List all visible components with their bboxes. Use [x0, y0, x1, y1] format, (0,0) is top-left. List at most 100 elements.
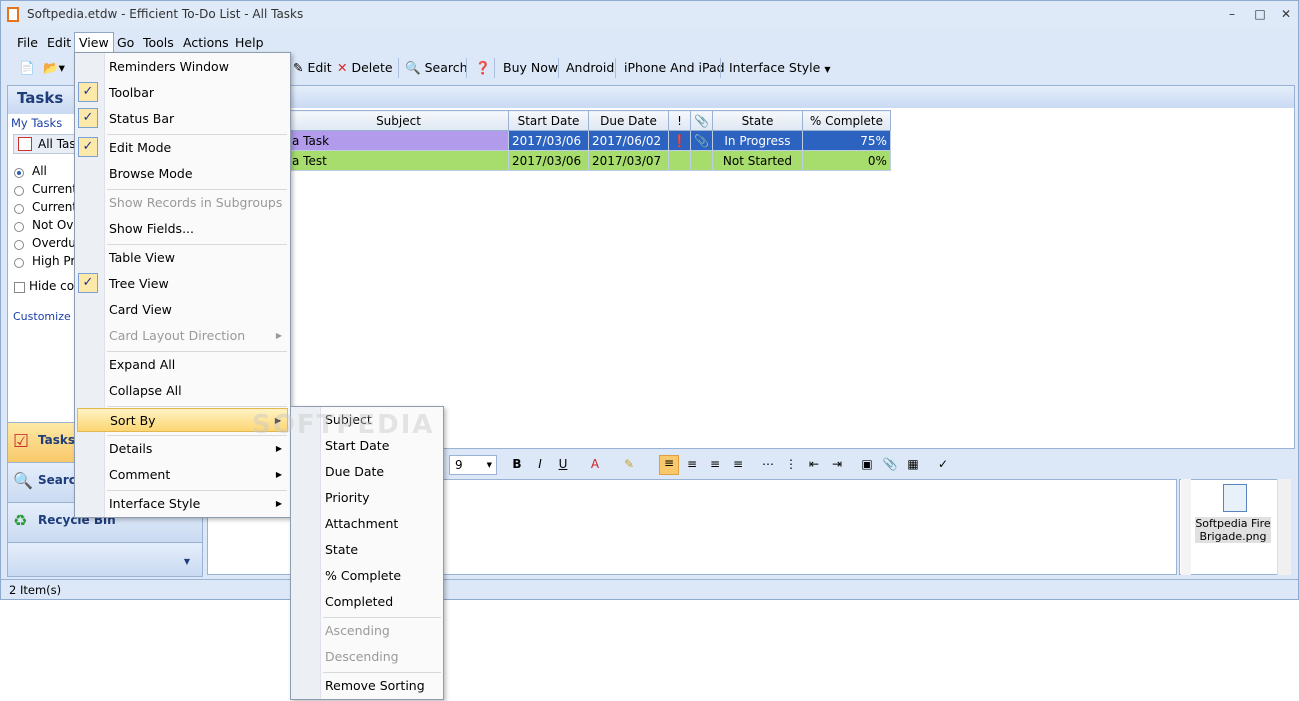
menu-item-comment[interactable]: Comment ▶ — [77, 463, 288, 487]
numbered-list-icon[interactable]: ⋮ — [783, 457, 799, 471]
menu-item-show-fields[interactable]: Show Fields... — [77, 217, 194, 241]
indent-icon[interactable]: ⇥ — [829, 457, 845, 471]
justify-icon[interactable]: ≡ — [730, 457, 746, 471]
sort-item-attachment[interactable]: Attachment — [293, 512, 398, 536]
menu-actions[interactable]: Actions — [179, 33, 233, 53]
font-size-select[interactable]: 9 ▼ — [449, 455, 497, 475]
align-left-icon[interactable]: ≡ — [659, 455, 679, 475]
attach-file-icon[interactable]: 📎 — [882, 457, 898, 471]
filter-overdue-radio[interactable] — [14, 240, 24, 250]
sort-item-remove-sorting[interactable]: Remove Sorting — [293, 674, 425, 698]
table-row[interactable]: a Task 2017/03/06 2017/06/02 ❗ 📎 In Prog… — [288, 130, 891, 151]
menu-item-reminders-window[interactable]: Reminders Window — [77, 55, 229, 79]
filter-not-overdue-radio[interactable] — [14, 222, 24, 232]
menu-file[interactable]: File — [13, 33, 42, 53]
outdent-icon[interactable]: ⇤ — [806, 457, 822, 471]
column-percent-complete[interactable]: % Complete — [801, 110, 891, 131]
cell-start-date[interactable]: 2017/03/06 — [508, 150, 589, 171]
dropdown-arrow-icon: ▼ — [486, 461, 492, 469]
menu-item-collapse-all[interactable]: Collapse All — [77, 379, 182, 403]
spell-check-icon[interactable]: ✓ — [935, 457, 951, 471]
close-button[interactable]: ✕ — [1273, 5, 1299, 23]
menu-item-card-view[interactable]: Card View — [77, 298, 172, 322]
font-color-icon[interactable]: A — [587, 457, 603, 471]
edit-button[interactable]: ✎ Edit — [289, 58, 336, 78]
align-center-icon[interactable]: ≡ — [684, 457, 700, 471]
cell-state[interactable]: Not Started — [711, 150, 803, 171]
attachment-scroll-left[interactable] — [1181, 479, 1191, 575]
insert-object-icon[interactable]: ▦ — [905, 457, 921, 471]
my-tasks-label: My Tasks — [11, 116, 63, 130]
new-file-icon[interactable]: 📄 — [15, 58, 39, 78]
hide-completed-checkbox[interactable] — [14, 282, 25, 293]
cell-percent-complete[interactable]: 75% — [801, 130, 891, 151]
bullet-list-icon[interactable]: ⋯ — [760, 457, 776, 471]
highlight-icon[interactable]: ✎ — [621, 457, 637, 471]
cell-due-date[interactable]: 2017/03/07 — [588, 150, 669, 171]
cell-priority[interactable] — [668, 150, 691, 171]
toolbar-separator — [615, 58, 616, 78]
nav-more-chevron-icon[interactable]: ▼ — [8, 542, 202, 576]
iphone-button[interactable]: iPhone And iPad — [620, 58, 729, 78]
android-button[interactable]: Android — [562, 58, 618, 78]
menu-item-browse-mode[interactable]: Browse Mode — [77, 162, 193, 186]
cell-attachment[interactable] — [690, 150, 713, 171]
filter-current2-radio[interactable] — [14, 204, 24, 214]
column-due-date[interactable]: Due Date — [588, 110, 669, 131]
cell-start-date[interactable]: 2017/03/06 — [508, 130, 589, 151]
filter-all-radio[interactable] — [14, 168, 24, 178]
menu-item-table-view[interactable]: Table View — [77, 246, 175, 270]
sort-item-percent-complete[interactable]: % Complete — [293, 564, 401, 588]
filter-high-priority-radio[interactable] — [14, 258, 24, 268]
cell-percent-complete[interactable]: 0% — [801, 150, 891, 171]
menu-item-edit-mode[interactable]: Edit Mode — [77, 136, 171, 160]
buy-now-button[interactable]: Buy Now — [499, 58, 562, 78]
menu-help[interactable]: Help — [231, 33, 268, 53]
interface-style-button[interactable]: Interface Style ▼ — [725, 58, 834, 78]
menu-go[interactable]: Go — [113, 33, 138, 53]
dropdown-arrow-icon: ▼ — [824, 65, 831, 74]
sort-item-state[interactable]: State — [293, 538, 358, 562]
menu-item-expand-all[interactable]: Expand All — [77, 353, 175, 377]
column-state[interactable]: State — [711, 110, 803, 131]
delete-button[interactable]: ✕ Delete — [333, 58, 397, 78]
menu-item-status-bar[interactable]: Status Bar — [77, 107, 174, 131]
sort-item-priority[interactable]: Priority — [293, 486, 370, 510]
column-priority[interactable]: ! — [668, 110, 691, 131]
insert-image-icon[interactable]: ▣ — [859, 457, 875, 471]
cell-state[interactable]: In Progress — [711, 130, 803, 151]
customize-link[interactable]: Customize C — [13, 310, 82, 323]
menu-edit[interactable]: Edit — [43, 33, 75, 53]
menu-item-tree-view[interactable]: Tree View — [77, 272, 169, 296]
search-button[interactable]: 🔍 Search — [401, 58, 472, 78]
menu-item-details[interactable]: Details ▶ — [77, 437, 288, 461]
cell-due-date[interactable]: 2017/06/02 — [588, 130, 669, 151]
cell-attachment[interactable]: 📎 — [690, 130, 713, 151]
image-file-icon[interactable] — [1223, 484, 1247, 512]
attachment-name[interactable]: Softpedia Fire Brigade.png — [1195, 517, 1271, 543]
menu-tools[interactable]: Tools — [139, 33, 178, 53]
bold-icon[interactable]: B — [509, 457, 525, 471]
sort-item-due-date[interactable]: Due Date — [293, 460, 384, 484]
help-icon[interactable]: ❓ — [471, 58, 495, 78]
column-start-date[interactable]: Start Date — [508, 110, 589, 131]
column-subject[interactable]: Subject — [288, 110, 509, 131]
cell-subject[interactable]: a Task — [288, 130, 509, 151]
cell-subject[interactable]: a Test — [288, 150, 509, 171]
table-header-row: Subject Start Date Due Date ! 📎 State % … — [288, 110, 891, 131]
underline-icon[interactable]: U — [555, 457, 571, 471]
minimize-button[interactable]: – — [1219, 5, 1245, 23]
column-attachment[interactable]: 📎 — [690, 110, 713, 131]
menu-item-toolbar[interactable]: Toolbar — [77, 81, 154, 105]
filter-current-radio[interactable] — [14, 186, 24, 196]
table-row[interactable]: a Test 2017/03/06 2017/03/07 Not Started… — [288, 150, 891, 171]
align-right-icon[interactable]: ≡ — [707, 457, 723, 471]
maximize-button[interactable]: □ — [1247, 5, 1273, 23]
attachment-scrollbar[interactable] — [1277, 479, 1291, 575]
sort-item-completed[interactable]: Completed — [293, 590, 393, 614]
italic-icon[interactable]: I — [532, 457, 548, 471]
open-folder-icon[interactable]: 📂▾ — [39, 58, 69, 78]
menu-view[interactable]: View — [74, 32, 114, 54]
cell-priority[interactable]: ❗ — [668, 130, 691, 151]
menu-item-interface-style[interactable]: Interface Style ▶ — [77, 492, 288, 516]
